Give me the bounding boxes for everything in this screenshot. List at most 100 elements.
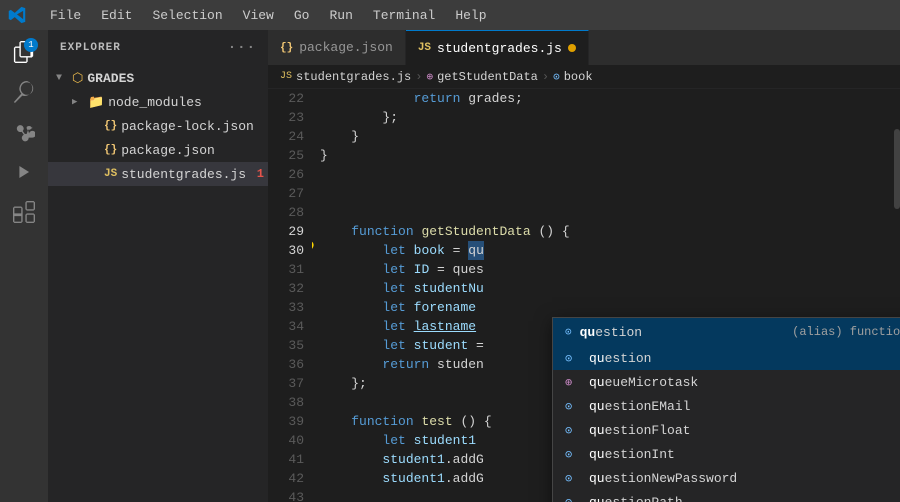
code-line-24: } bbox=[320, 127, 894, 146]
autocomplete-item-questionint[interactable]: ⊙ questionInt readline-sync bbox=[553, 442, 900, 466]
breadcrumb: JS studentgrades.js › ⊕ getStudentData ›… bbox=[268, 65, 900, 89]
activity-extensions[interactable] bbox=[6, 194, 42, 230]
sidebar-item-package-json[interactable]: {} package.json bbox=[48, 138, 268, 162]
activity-source-control[interactable] bbox=[6, 114, 42, 150]
breadcrumb-sep1: › bbox=[415, 70, 422, 84]
autocomplete-item-label-1: queueMicrotask bbox=[589, 375, 900, 390]
breadcrumb-file: studentgrades.js bbox=[296, 70, 411, 84]
code-line-23: }; bbox=[320, 108, 894, 127]
activity-search[interactable] bbox=[6, 74, 42, 110]
autocomplete-item-questionemail[interactable]: ⊙ questionEMail readline-sync bbox=[553, 394, 900, 418]
menu-run[interactable]: Run bbox=[321, 6, 360, 25]
breadcrumb-scope1: getStudentData bbox=[437, 70, 538, 84]
autocomplete-item-label-2: questionEMail bbox=[589, 399, 900, 414]
tab-bar: {} package.json JS studentgrades.js bbox=[268, 30, 900, 65]
sidebar-header-icons: ··· bbox=[228, 40, 256, 56]
editor-area: {} package.json JS studentgrades.js JS s… bbox=[268, 30, 900, 502]
sidebar-item-node-modules[interactable]: ▶ 📁 node_modules bbox=[48, 90, 268, 114]
sidebar-item-package-lock[interactable]: {} package-lock.json bbox=[48, 114, 268, 138]
node-modules-arrow: ▶ bbox=[72, 97, 88, 107]
menu-selection[interactable]: Selection bbox=[144, 6, 230, 25]
sidebar-title: EXPLORER bbox=[60, 42, 121, 54]
tab-package-icon: {} bbox=[280, 42, 293, 54]
code-line-29: function getStudentData () { bbox=[320, 222, 894, 241]
package-lock-icon: {} bbox=[104, 120, 117, 132]
studentgrades-icon: JS bbox=[104, 168, 117, 180]
node-modules-label: node_modules bbox=[108, 95, 202, 110]
code-line-31: let ID = ques bbox=[320, 260, 894, 279]
activity-run-debug[interactable] bbox=[6, 154, 42, 190]
breadcrumb-js-icon: JS bbox=[280, 71, 292, 82]
sidebar: EXPLORER ··· ▼ ⬡ GRADES ▶ 📁 node_modules… bbox=[48, 30, 268, 502]
tab-studentgrades-icon: JS bbox=[418, 42, 431, 54]
sidebar-more-icon[interactable]: ··· bbox=[228, 40, 256, 56]
autocomplete-item-questionnewpassword[interactable]: ⊙ questionNewPassword readline-sync bbox=[553, 466, 900, 490]
autocomplete-selected-detail: (alias) function question(query?: any, o… bbox=[792, 325, 900, 339]
menu-view[interactable]: View bbox=[235, 6, 282, 25]
activity-bar: 1 bbox=[0, 30, 48, 502]
breadcrumb-scope2: book bbox=[564, 70, 593, 84]
autocomplete-item-question[interactable]: ⊙ question bbox=[553, 346, 900, 370]
autocomplete-selected-item[interactable]: ⊙ question (alias) function question(que… bbox=[553, 318, 900, 346]
titlebar: File Edit Selection View Go Run Terminal… bbox=[0, 0, 900, 30]
sidebar-header: EXPLORER ··· bbox=[48, 30, 268, 66]
menu-edit[interactable]: Edit bbox=[93, 6, 140, 25]
vscode-logo bbox=[8, 6, 26, 24]
package-lock-label: package-lock.json bbox=[121, 119, 254, 134]
code-line-25: } bbox=[320, 146, 894, 165]
autocomplete-item-queuemicrotask[interactable]: ⊕ queueMicrotask bbox=[553, 370, 900, 394]
code-line-26 bbox=[320, 165, 894, 184]
autocomplete-item-icon-2: ⊙ bbox=[565, 399, 581, 414]
autocomplete-item-icon-0: ⊙ bbox=[565, 351, 581, 366]
code-line-30: 💡 let book = qu bbox=[320, 241, 894, 260]
extensions-icon bbox=[13, 201, 35, 223]
project-root[interactable]: ▼ ⬡ GRADES bbox=[48, 66, 268, 90]
line-numbers: 22 23 24 25 26 27 28 29 30 31 32 33 34 3… bbox=[268, 89, 312, 502]
autocomplete-item-label-4: questionInt bbox=[589, 447, 900, 462]
autocomplete-item-icon-1: ⊕ bbox=[565, 375, 581, 390]
breadcrumb-scope-icon2: ⊙ bbox=[553, 70, 560, 84]
breadcrumb-scope-icon1: ⊕ bbox=[426, 70, 433, 84]
autocomplete-item-icon-6: ⊙ bbox=[565, 495, 581, 502]
code-line-22: return grades; bbox=[320, 89, 894, 108]
package-json-icon: {} bbox=[104, 144, 117, 156]
autocomplete-dropdown: ⊙ question (alias) function question(que… bbox=[552, 317, 900, 502]
search-icon bbox=[13, 81, 35, 103]
scrollbar-thumb[interactable] bbox=[894, 129, 900, 209]
menu-terminal[interactable]: Terminal bbox=[365, 6, 443, 25]
autocomplete-selected-icon: ⊙ bbox=[565, 325, 572, 339]
code-line-33: let forename bbox=[320, 298, 894, 317]
tab-unsaved-dot bbox=[568, 44, 576, 52]
package-json-label: package.json bbox=[121, 143, 215, 158]
files-badge: 1 bbox=[24, 38, 38, 52]
autocomplete-item-questionfloat[interactable]: ⊙ questionFloat readline-sync bbox=[553, 418, 900, 442]
project-folder-icon: ⬡ bbox=[72, 71, 83, 86]
studentgrades-label: studentgrades.js bbox=[121, 167, 246, 182]
tab-package-json[interactable]: {} package.json bbox=[268, 30, 406, 65]
menu-go[interactable]: Go bbox=[286, 6, 318, 25]
autocomplete-item-icon-4: ⊙ bbox=[565, 447, 581, 462]
project-arrow: ▼ bbox=[56, 73, 72, 84]
autocomplete-item-questionpath[interactable]: ⊙ questionPath readline-sync bbox=[553, 490, 900, 502]
autocomplete-item-label-6: questionPath bbox=[589, 495, 900, 502]
autocomplete-item-label-5: questionNewPassword bbox=[589, 471, 900, 486]
activity-files[interactable]: 1 bbox=[6, 34, 42, 70]
code-line-28 bbox=[320, 203, 894, 222]
lightbulb-icon[interactable]: 💡 bbox=[312, 241, 317, 260]
tab-studentgrades-label: studentgrades.js bbox=[437, 41, 562, 56]
menu-help[interactable]: Help bbox=[447, 6, 494, 25]
project-name: GRADES bbox=[87, 71, 134, 86]
code-editor[interactable]: 22 23 24 25 26 27 28 29 30 31 32 33 34 3… bbox=[268, 89, 900, 502]
studentgrades-badge: 1 bbox=[257, 167, 264, 181]
autocomplete-item-label-3: questionFloat bbox=[589, 423, 900, 438]
main-layout: 1 EXPLORER ··· bbox=[0, 30, 900, 502]
run-debug-icon bbox=[13, 161, 35, 183]
tab-studentgrades[interactable]: JS studentgrades.js bbox=[406, 30, 589, 65]
menu-bar: File Edit Selection View Go Run Terminal… bbox=[42, 6, 495, 25]
node-modules-folder-icon: 📁 bbox=[88, 95, 104, 110]
menu-file[interactable]: File bbox=[42, 6, 89, 25]
breadcrumb-sep2: › bbox=[542, 70, 549, 84]
sidebar-item-studentgrades[interactable]: JS studentgrades.js 1 bbox=[48, 162, 268, 186]
code-line-27 bbox=[320, 184, 894, 203]
autocomplete-selected-label: question bbox=[580, 325, 642, 340]
